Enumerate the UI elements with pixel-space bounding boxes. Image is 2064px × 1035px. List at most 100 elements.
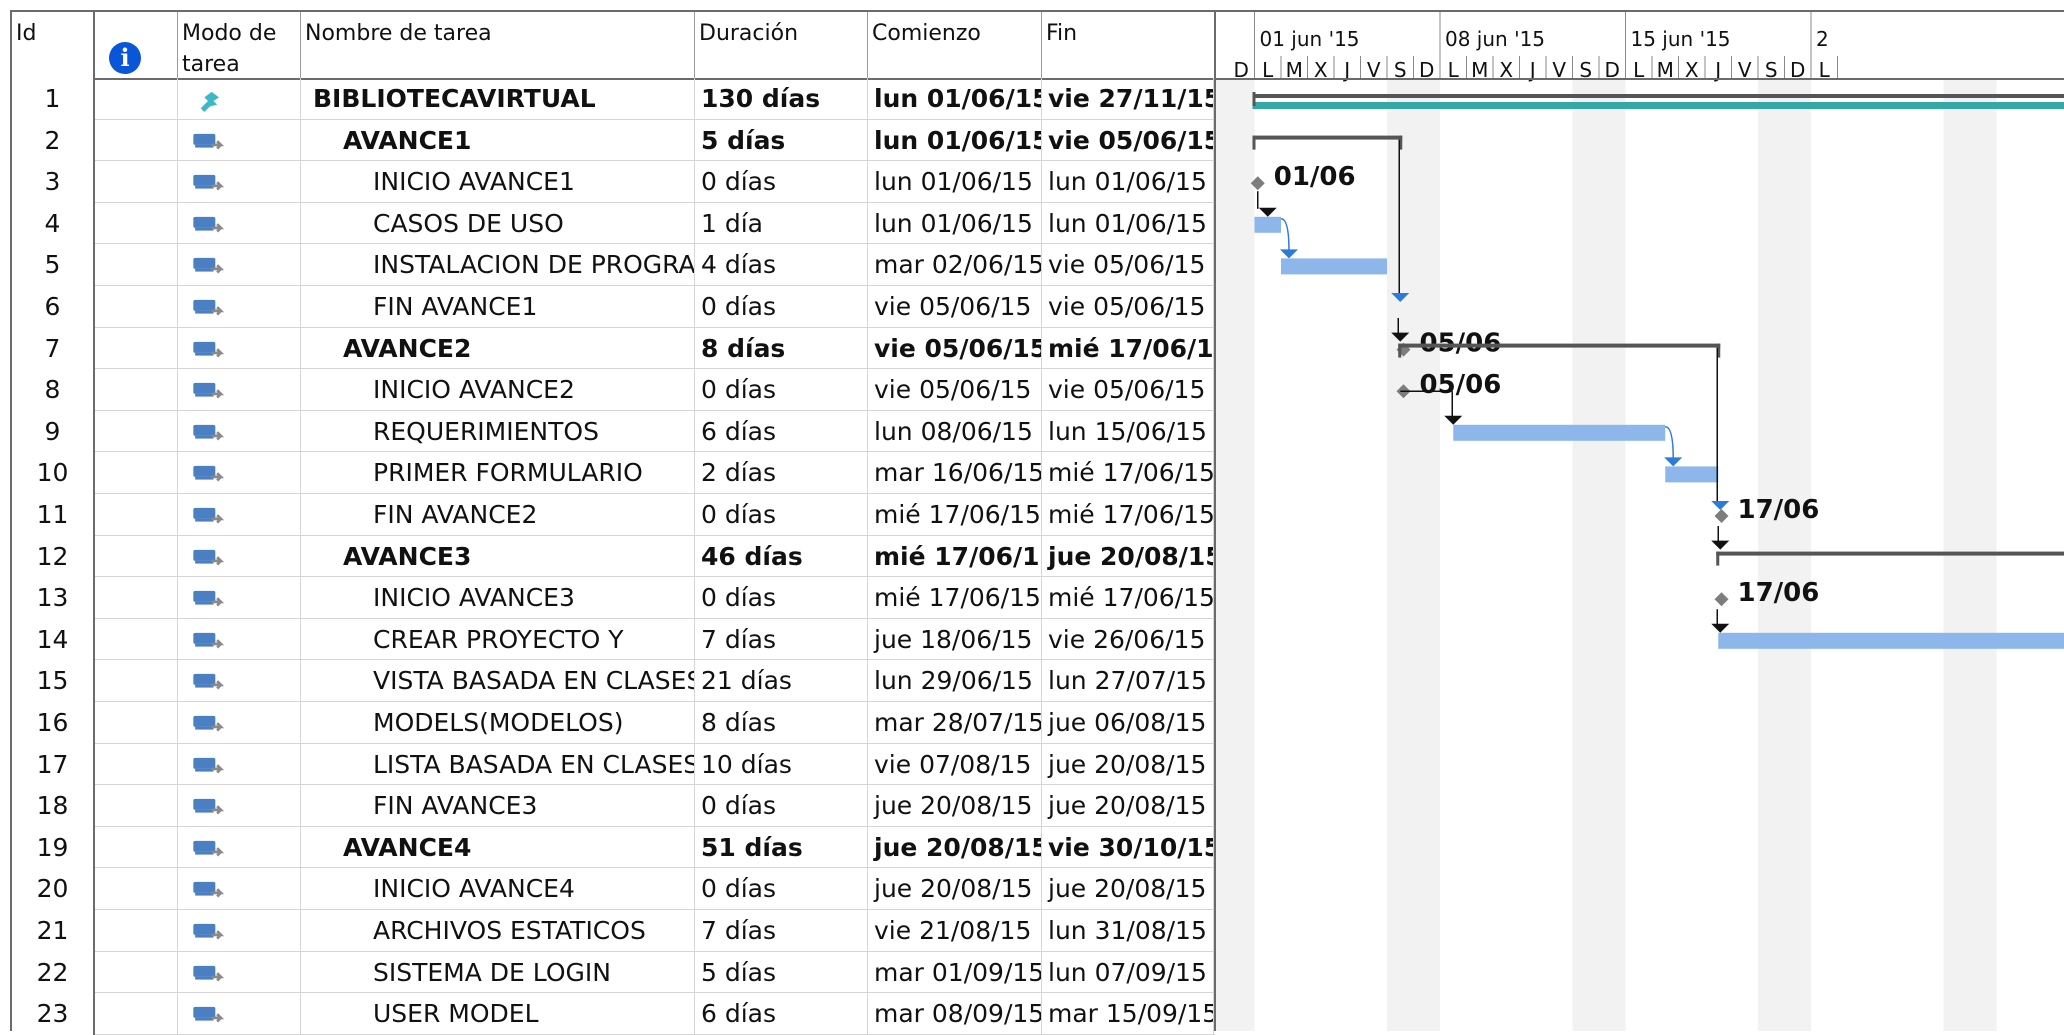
row-task-name[interactable]: ARCHIVOS ESTATICOS — [301, 910, 695, 952]
table-row[interactable]: 2 AVANCE15 díaslun 01/06/15vie 05/06/15 — [12, 120, 1215, 162]
table-row[interactable]: 17LISTA BASADA EN CLASES10 díasvie 07/08… — [12, 744, 1215, 786]
row-finish[interactable]: lun 15/06/15 — [1042, 411, 1214, 453]
row-start[interactable]: vie 21/08/15 — [868, 910, 1042, 952]
row-start[interactable]: lun 29/06/15 — [868, 660, 1042, 702]
row-id[interactable]: 18 — [12, 785, 95, 827]
row-duration[interactable]: 21 días — [695, 660, 868, 702]
row-finish[interactable]: lun 01/06/15 — [1042, 161, 1214, 203]
row-finish[interactable]: vie 05/06/15 — [1042, 120, 1214, 162]
table-row[interactable]: 8INICIO AVANCE20 díasvie 05/06/15vie 05/… — [12, 369, 1215, 411]
row-finish[interactable]: jue 06/08/15 — [1042, 702, 1214, 744]
row-duration[interactable]: 46 días — [695, 536, 868, 578]
row-start[interactable]: vie 07/08/15 — [868, 744, 1042, 786]
row-start[interactable]: lun 01/06/15 — [868, 203, 1042, 245]
row-start[interactable]: jue 20/08/15 — [868, 868, 1042, 910]
row-id[interactable]: 22 — [12, 952, 95, 994]
row-task-mode[interactable] — [178, 369, 301, 411]
row-duration[interactable]: 0 días — [695, 369, 868, 411]
row-task-name[interactable]: AVANCE3 — [301, 536, 695, 578]
row-task-name[interactable]: FIN AVANCE3 — [301, 785, 695, 827]
row-task-name[interactable]: SISTEMA DE LOGIN — [301, 952, 695, 994]
col-duration[interactable]: Duración — [695, 12, 868, 78]
row-finish[interactable]: jue 20/08/15 — [1042, 785, 1214, 827]
row-finish[interactable]: vie 26/06/15 — [1042, 619, 1214, 661]
table-row[interactable]: 3INICIO AVANCE10 díaslun 01/06/15lun 01/… — [12, 161, 1215, 203]
col-task-mode[interactable]: Modo de tarea — [178, 12, 301, 78]
row-start[interactable]: mar 28/07/15 — [868, 702, 1042, 744]
col-id[interactable]: Id — [12, 12, 95, 78]
row-task-mode[interactable] — [178, 868, 301, 910]
table-row[interactable]: 7AVANCE28 díasvie 05/06/15mié 17/06/15 — [12, 328, 1215, 370]
row-duration[interactable]: 51 días — [695, 827, 868, 869]
row-finish[interactable]: jue 20/08/15 — [1042, 536, 1214, 578]
row-start[interactable]: lun 01/06/15 — [868, 78, 1042, 120]
table-row[interactable]: 4CASOS DE USO1 díalun 01/06/15lun 01/06/… — [12, 203, 1215, 245]
row-start[interactable]: jue 20/08/15 — [868, 827, 1042, 869]
row-task-name[interactable]: BIBLIOTECAVIRTUAL — [301, 78, 695, 120]
row-id[interactable]: 14 — [12, 619, 95, 661]
row-id[interactable]: 8 — [12, 369, 95, 411]
row-id[interactable]: 13 — [12, 577, 95, 619]
row-id[interactable]: 11 — [12, 494, 95, 536]
row-task-mode[interactable] — [178, 910, 301, 952]
row-task-mode[interactable] — [178, 785, 301, 827]
row-finish[interactable]: lun 31/08/15 — [1042, 910, 1214, 952]
table-row[interactable]: 9REQUERIMIENTOS6 díaslun 08/06/15lun 15/… — [12, 411, 1215, 453]
row-id[interactable]: 16 — [12, 702, 95, 744]
row-task-name[interactable]: REQUERIMIENTOS — [301, 411, 695, 453]
row-start[interactable]: mié 17/06/15 — [868, 536, 1042, 578]
row-duration[interactable]: 5 días — [695, 952, 868, 994]
row-task-mode[interactable] — [178, 577, 301, 619]
row-finish[interactable]: lun 01/06/15 — [1042, 203, 1214, 245]
row-task-name[interactable]: AVANCE1 — [301, 120, 695, 162]
row-task-name[interactable]: INSTALACION DE PROGRA — [301, 244, 695, 286]
row-duration[interactable]: 0 días — [695, 577, 868, 619]
row-duration[interactable]: 130 días — [695, 78, 868, 120]
table-row[interactable]: 18FIN AVANCE30 díasjue 20/08/15jue 20/08… — [12, 785, 1215, 827]
row-start[interactable]: vie 05/06/15 — [868, 328, 1042, 370]
row-start[interactable]: lun 08/06/15 — [868, 411, 1042, 453]
row-start[interactable]: mar 01/09/15 — [868, 952, 1042, 994]
row-start[interactable]: lun 01/06/15 — [868, 161, 1042, 203]
row-task-name[interactable]: AVANCE2 — [301, 328, 695, 370]
row-task-name[interactable]: INICIO AVANCE2 — [301, 369, 695, 411]
row-id[interactable]: 6 — [12, 286, 95, 328]
row-duration[interactable]: 0 días — [695, 161, 868, 203]
row-id[interactable]: 10 — [12, 452, 95, 494]
table-row[interactable]: 21ARCHIVOS ESTATICOS7 díasvie 21/08/15lu… — [12, 910, 1215, 952]
row-task-mode[interactable] — [178, 286, 301, 328]
row-task-mode[interactable] — [178, 744, 301, 786]
row-start[interactable]: jue 20/08/15 — [868, 785, 1042, 827]
row-duration[interactable]: 5 días — [695, 120, 868, 162]
row-task-mode[interactable] — [178, 660, 301, 702]
table-row[interactable]: 10PRIMER FORMULARIO2 díasmar 16/06/15mié… — [12, 452, 1215, 494]
col-task-name[interactable]: Nombre de tarea — [301, 12, 695, 78]
row-task-mode[interactable] — [178, 827, 301, 869]
row-finish[interactable]: mié 17/06/15 — [1042, 452, 1214, 494]
table-row[interactable]: 1BIBLIOTECAVIRTUAL130 díaslun 01/06/15vi… — [12, 78, 1215, 120]
row-duration[interactable]: 1 día — [695, 203, 868, 245]
row-start[interactable]: vie 05/06/15 — [868, 369, 1042, 411]
row-task-mode[interactable] — [178, 494, 301, 536]
row-task-name[interactable]: INICIO AVANCE3 — [301, 577, 695, 619]
row-start[interactable]: lun 01/06/15 — [868, 120, 1042, 162]
row-duration[interactable]: 0 días — [695, 785, 868, 827]
row-id[interactable]: 12 — [12, 536, 95, 578]
row-id[interactable]: 19 — [12, 827, 95, 869]
row-finish[interactable]: mié 17/06/15 — [1042, 577, 1214, 619]
row-duration[interactable]: 0 días — [695, 494, 868, 536]
row-id[interactable]: 2 — [12, 120, 95, 162]
row-duration[interactable]: 8 días — [695, 328, 868, 370]
table-row[interactable]: 16MODELS(MODELOS)8 díasmar 28/07/15jue 0… — [12, 702, 1215, 744]
col-finish[interactable]: Fin — [1042, 12, 1215, 78]
row-duration[interactable]: 0 días — [695, 286, 868, 328]
row-id[interactable]: 3 — [12, 161, 95, 203]
table-row[interactable]: 11FIN AVANCE20 díasmié 17/06/15mié 17/06… — [12, 494, 1215, 536]
row-start[interactable]: mar 02/06/15 — [868, 244, 1042, 286]
row-id[interactable]: 7 — [12, 328, 95, 370]
row-duration[interactable]: 10 días — [695, 744, 868, 786]
table-row[interactable]: 20INICIO AVANCE40 díasjue 20/08/15jue 20… — [12, 868, 1215, 910]
row-finish[interactable]: vie 05/06/15 — [1042, 286, 1214, 328]
row-start[interactable]: mar 16/06/15 — [868, 452, 1042, 494]
row-finish[interactable]: jue 20/08/15 — [1042, 744, 1214, 786]
